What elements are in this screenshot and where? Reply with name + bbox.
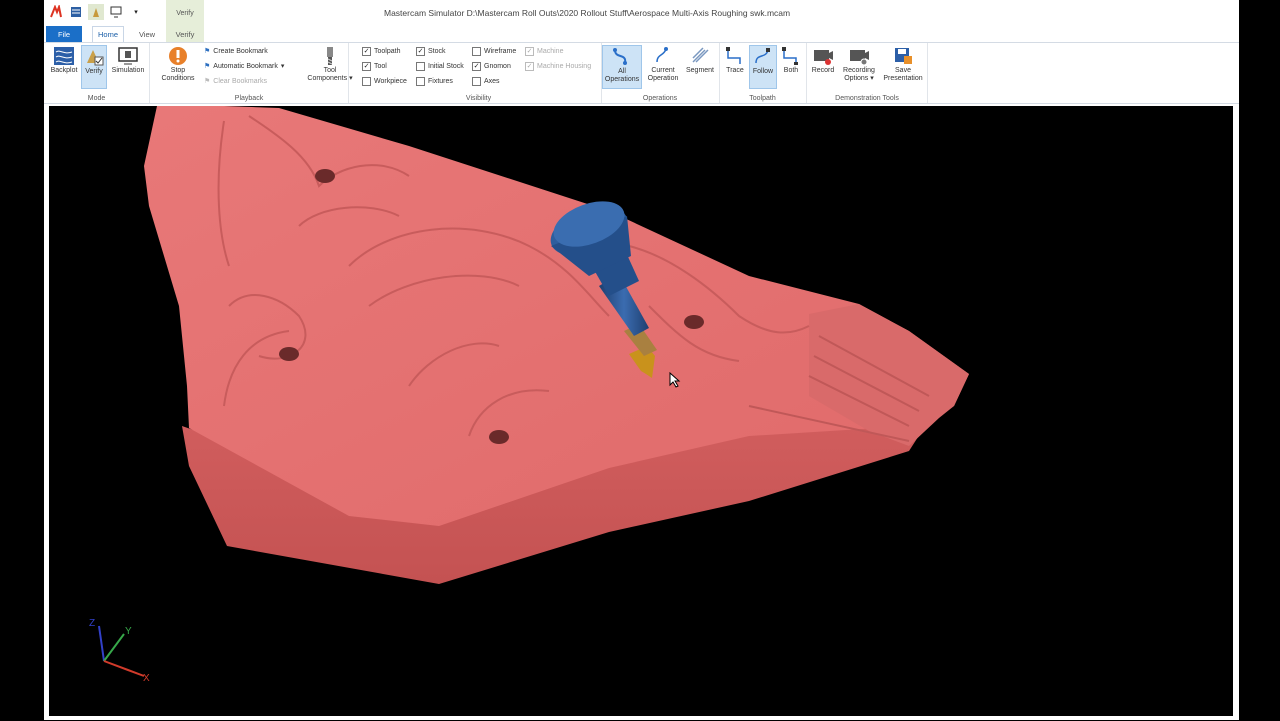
checkbox-checked: ✓	[416, 47, 425, 56]
context-tab-header: Verify	[166, 0, 204, 26]
follow-button[interactable]: Follow	[749, 45, 777, 89]
verify-icon	[82, 46, 106, 68]
wireframe-checkbox[interactable]: Wireframe	[472, 47, 516, 56]
window-title: Mastercam Simulator D:\Mastercam Roll Ou…	[384, 8, 791, 18]
checkbox-checked: ✓	[525, 62, 534, 71]
monitor-icon[interactable]	[108, 4, 124, 20]
mouse-cursor-icon	[669, 371, 681, 393]
group-toolpath: Trace Follow Both Toolpath	[719, 43, 807, 103]
svg-text:X: X	[143, 673, 150, 684]
tab-view[interactable]: View	[134, 26, 160, 42]
all-operations-button[interactable]: All Operations	[602, 45, 642, 89]
checkbox-unchecked	[472, 77, 481, 86]
workpiece-checkbox[interactable]: Workpiece	[362, 77, 407, 86]
checkbox-unchecked	[472, 47, 481, 56]
machine-housing-checkbox[interactable]: ✓ Machine Housing	[525, 62, 591, 71]
toolpath-checkbox[interactable]: ✓ Toolpath	[362, 47, 400, 56]
part-model: Z Y X	[89, 106, 969, 684]
initial-stock-checkbox[interactable]: Initial Stock	[416, 62, 464, 71]
backplot-icon	[52, 45, 76, 67]
group-label-playback: Playback	[234, 95, 264, 102]
layers-icon[interactable]	[68, 4, 84, 20]
app-window: ▾ Verify Mastercam Simulator D:\Masterca…	[44, 0, 1239, 720]
hole	[684, 315, 704, 329]
current-operation-icon	[651, 45, 675, 67]
checkbox-unchecked	[416, 62, 425, 71]
group-label-toolpath: Toolpath	[749, 95, 776, 102]
chevron-down-icon: ▾	[870, 75, 874, 82]
tab-verify[interactable]: Verify	[166, 26, 204, 42]
group-demonstration-tools: Record Recording Options ▾ Save Presenta…	[807, 43, 928, 103]
automatic-bookmark-button[interactable]: ⚑ Automatic Bookmark ▾	[204, 62, 285, 71]
save-presentation-button[interactable]: Save Presentation	[881, 45, 925, 89]
clear-bookmarks-button[interactable]: ⚑ Clear Bookmarks	[204, 77, 267, 86]
hole	[315, 169, 335, 183]
trace-icon	[723, 45, 747, 67]
checkbox-checked: ✓	[472, 62, 481, 71]
segment-icon	[688, 45, 712, 67]
all-operations-icon	[610, 46, 634, 68]
gnomon-checkbox[interactable]: ✓ Gnomon	[472, 62, 511, 71]
tab-home[interactable]: Home	[92, 26, 124, 42]
app-logo-icon[interactable]	[48, 4, 64, 20]
chevron-down-icon: ▾	[349, 75, 353, 82]
hole	[489, 430, 509, 444]
simulation-button[interactable]: Simulation	[109, 45, 147, 89]
checkbox-unchecked	[416, 77, 425, 86]
clear-bookmarks-icon: ⚑	[204, 78, 211, 85]
tool-components-button[interactable]: Tool Components ▾	[306, 45, 354, 89]
chevron-down-icon: ▾	[280, 63, 285, 70]
stop-conditions-button[interactable]: Stop Conditions	[154, 45, 202, 89]
svg-text:Y: Y	[125, 626, 132, 637]
verify-button[interactable]: Verify	[81, 45, 107, 89]
both-icon	[779, 45, 803, 67]
auto-bookmark-icon: ⚑	[204, 63, 211, 70]
axes-checkbox[interactable]: Axes	[472, 77, 500, 86]
verify-qat-icon[interactable]	[88, 4, 104, 20]
svg-text:Z: Z	[89, 618, 95, 629]
quick-access-toolbar: ▾	[48, 4, 144, 20]
ribbon-tabs: File Home View Verify	[44, 26, 1239, 42]
bookmark-add-icon: ⚑	[204, 48, 211, 55]
create-bookmark-button[interactable]: ⚑ Create Bookmark	[204, 47, 268, 56]
group-label-demonstration-tools: Demonstration Tools	[835, 95, 899, 102]
checkbox-checked: ✓	[525, 47, 534, 56]
backplot-button[interactable]: Backplot	[48, 45, 80, 89]
group-mode: Backplot Verify Simulation Mode	[44, 43, 150, 103]
stop-icon	[166, 45, 190, 67]
stock-checkbox[interactable]: ✓ Stock	[416, 47, 446, 56]
segment-button[interactable]: Segment	[683, 45, 717, 89]
simulation-icon	[116, 45, 140, 67]
trace-button[interactable]: Trace	[721, 45, 749, 89]
follow-icon	[751, 46, 775, 68]
record-icon	[811, 45, 835, 67]
recording-options-icon	[847, 45, 871, 67]
tab-file[interactable]: File	[46, 26, 82, 42]
simulation-viewport[interactable]: Z Y X	[49, 106, 1233, 716]
group-operations: All Operations Current Operation Segment…	[601, 43, 720, 103]
checkbox-checked: ✓	[362, 62, 371, 71]
checkbox-unchecked	[362, 77, 371, 86]
checkbox-checked: ✓	[362, 47, 371, 56]
save-presentation-icon	[891, 45, 915, 67]
both-button[interactable]: Both	[777, 45, 805, 89]
recording-options-button[interactable]: Recording Options ▾	[839, 45, 879, 89]
machine-checkbox[interactable]: ✓ Machine	[525, 47, 563, 56]
record-button[interactable]: Record	[809, 45, 837, 89]
hole	[279, 347, 299, 361]
group-label-operations: Operations	[642, 95, 678, 102]
fixtures-checkbox[interactable]: Fixtures	[416, 77, 453, 86]
group-label-visibility: Visibility	[465, 95, 492, 102]
ribbon: Backplot Verify Simulation Mode Stop Con…	[44, 42, 1239, 104]
group-visibility: ✓ Toolpath ✓ Tool Workpiece ✓ Stock Initial…	[356, 43, 602, 103]
title-bar: ▾ Verify Mastercam Simulator D:\Masterca…	[44, 0, 1239, 26]
current-operation-button[interactable]: Current Operation	[644, 45, 682, 89]
gnomon-icon: Z Y X	[89, 618, 150, 684]
tool-checkbox[interactable]: ✓ Tool	[362, 62, 387, 71]
group-label-mode: Mode	[87, 95, 106, 102]
tool-icon	[318, 45, 342, 67]
qat-dropdown-icon[interactable]: ▾	[128, 4, 144, 20]
